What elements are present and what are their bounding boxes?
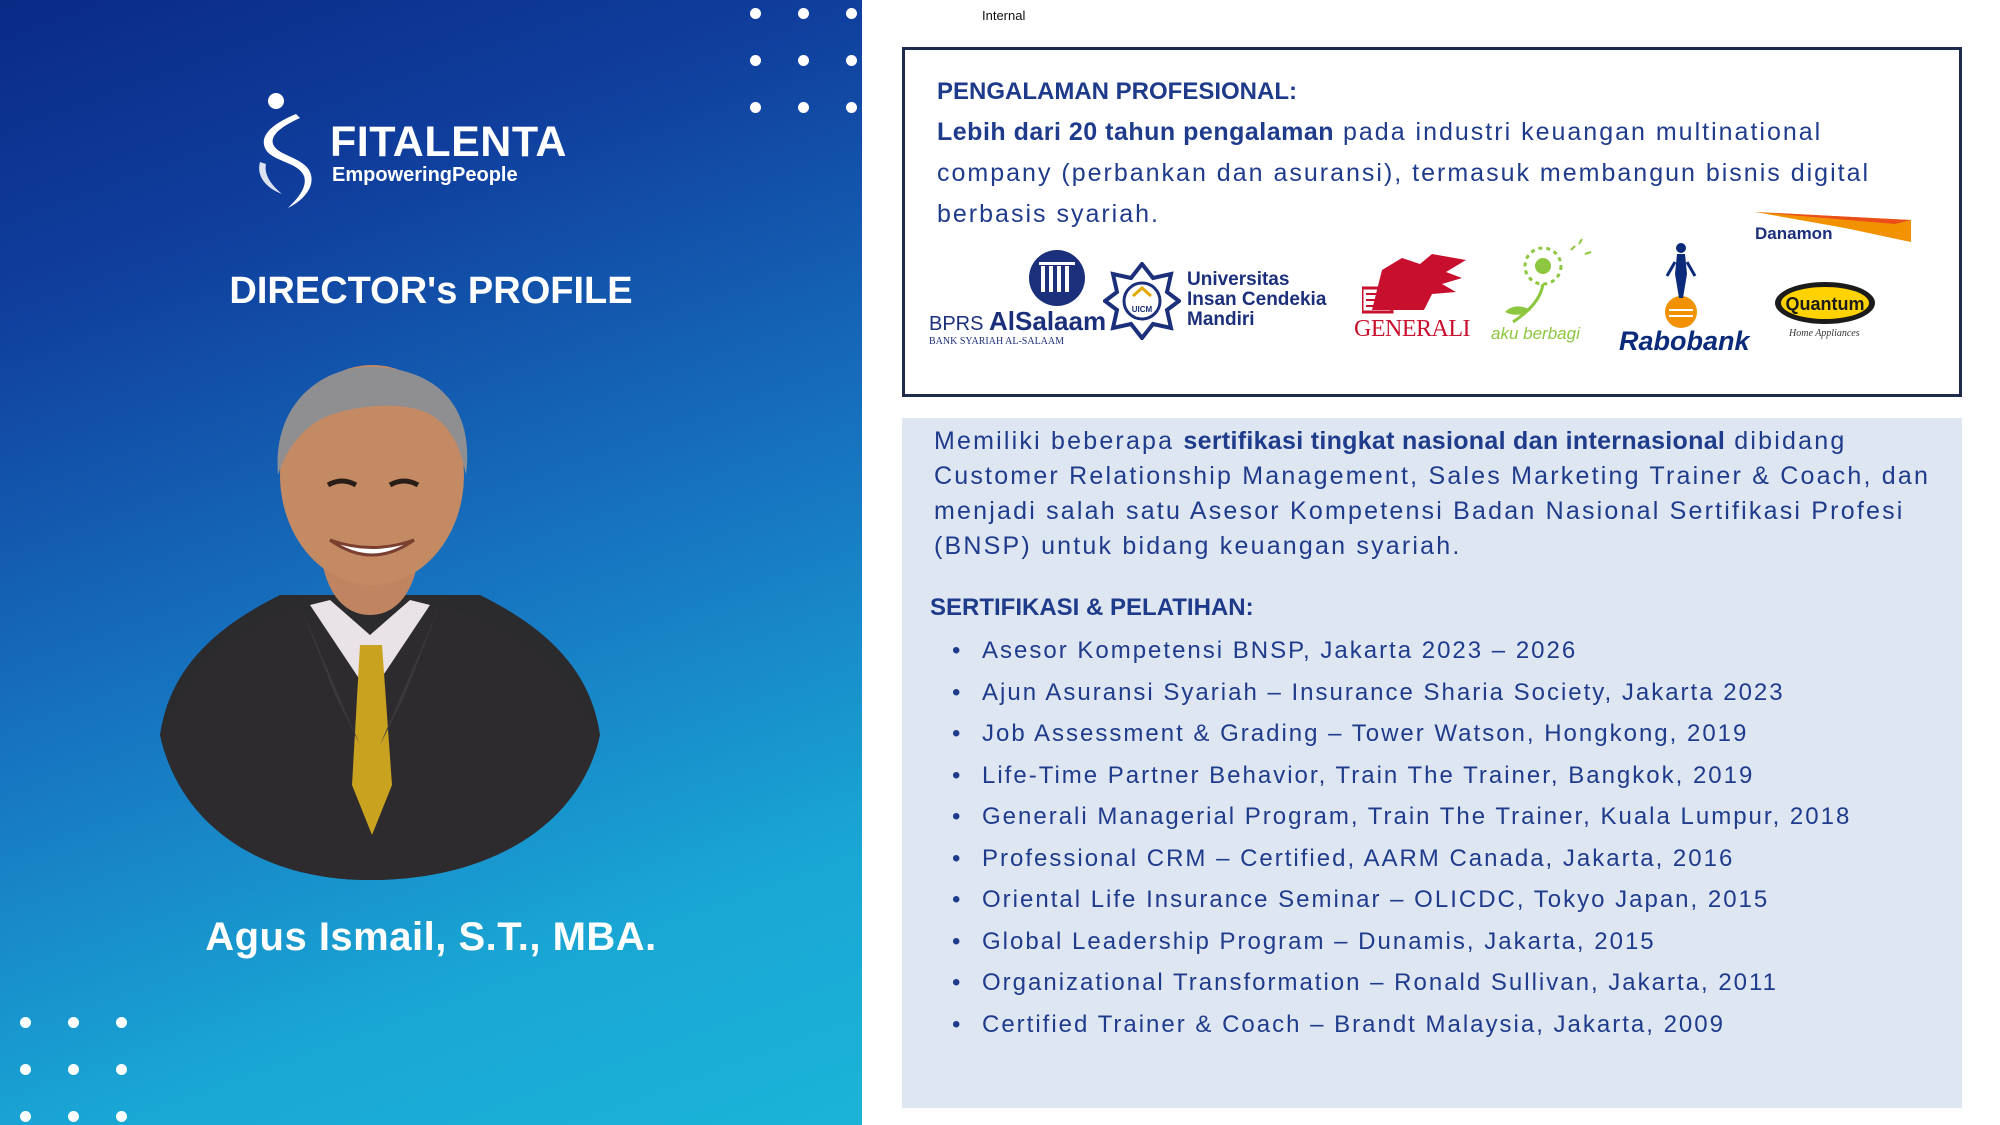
bprs-subtitle: BANK SYARIAH AL-SALAAM	[929, 336, 1065, 347]
certification-section: Memiliki beberapa sertifikasi tingkat na…	[902, 418, 1962, 1108]
quantum-text: Quantum	[1786, 294, 1865, 314]
list-item: • Generali Managerial Program, Train The …	[952, 796, 1952, 838]
danamon-quantum-logos: Danamon Quantum Home Appliances	[1755, 210, 1925, 390]
list-item: • Professional CRM – Certified, AARM Cana…	[952, 838, 1952, 880]
profile-panel: FITALENTA EmpoweringPeople DIRECTOR's PR…	[0, 0, 862, 1125]
rabobank-text: Rabobank	[1619, 326, 1750, 356]
list-item-text: Job Assessment & Grading – Tower Watson,…	[982, 720, 1749, 747]
bullet-icon: •	[952, 803, 963, 830]
rabobank-logo: Rabobank	[1619, 240, 1750, 360]
list-item-text: Professional CRM – Certified, AARM Canad…	[982, 844, 1735, 872]
experience-highlight: Lebih dari 20 tahun pengalaman	[937, 118, 1335, 146]
list-item-text: Generali Managerial Program, Train The T…	[982, 803, 1852, 830]
list-item: • Oriental Life Insurance Seminar – OLICD…	[952, 879, 1952, 921]
bprs-prefix: BPRS	[929, 313, 990, 335]
certification-intro-bold: sertifikasi tingkat nasional dan interna…	[1183, 427, 1726, 455]
list-item: • Life-Time Partner Behavior, Train The T…	[952, 755, 1952, 797]
generali-logo: GENERALI	[1354, 250, 1484, 350]
rabobank-emblem-icon	[1665, 243, 1697, 328]
list-item-text: Asesor Kompetensi BNSP, Jakarta 2023 – 2…	[982, 637, 1578, 664]
classification-label: Internal	[982, 8, 1026, 23]
bullet-icon: •	[952, 927, 963, 955]
bullet-icon: •	[952, 720, 963, 747]
experience-section: PENGALAMAN PROFESIONAL: Lebih dari 20 ta…	[902, 47, 1962, 397]
bullet-icon: •	[952, 678, 963, 706]
bullet-icon: •	[952, 637, 963, 664]
danamon-text: Danamon	[1755, 224, 1833, 243]
uicm-line-2: Insan Cendekia	[1187, 289, 1327, 310]
brand-tagline: EmpoweringPeople	[332, 164, 518, 186]
list-item-text: Certified Trainer & Coach – Brandt Malay…	[982, 1010, 1725, 1038]
list-item-text: Organizational Transformation – Ronald S…	[982, 969, 1778, 996]
list-item: • Certified Trainer & Coach – Brandt Mala…	[952, 1004, 1952, 1046]
bprs-brand: AlSalaam	[989, 306, 1107, 336]
uicm-line-1: Universitas	[1187, 269, 1290, 290]
list-item: • Organizational Transformation – Ronald …	[952, 962, 1952, 1004]
list-item: • Job Assessment & Grading – Tower Watson…	[952, 713, 1952, 755]
list-item-text: Ajun Asuransi Syariah – Insurance Sharia…	[982, 678, 1785, 706]
decorative-dots-top	[750, 8, 857, 113]
certification-intro-start: Memiliki beberapa	[934, 427, 1184, 455]
alsalaam-emblem-icon	[1029, 250, 1085, 306]
uicm-line-3: Mandiri	[1187, 309, 1255, 330]
fitalenta-logo: FITALENTA EmpoweringPeople	[252, 92, 592, 212]
dandelion-icon	[1505, 238, 1592, 324]
certification-list: • Asesor Kompetensi BNSP, Jakarta 2023 – …	[952, 630, 1952, 1045]
akuberbagi-text: aku berbagi	[1491, 324, 1580, 343]
director-name: Agus Ismail, S.T., MBA.	[205, 915, 657, 959]
bullet-icon: •	[952, 969, 963, 996]
bullet-icon: •	[952, 761, 963, 789]
quantum-badge-icon: Quantum	[1775, 282, 1875, 324]
generali-text: GENERALI	[1354, 316, 1470, 342]
fitalenta-mark-icon	[259, 93, 312, 208]
page-title: DIRECTOR's PROFILE	[229, 270, 633, 312]
partner-logos: BPRS AlSalaam BANK SYARIAH AL-SALAAM UIC…	[929, 212, 1949, 390]
list-item-text: Oriental Life Insurance Seminar – OLICDC…	[982, 886, 1770, 913]
bullet-icon: •	[952, 886, 963, 913]
uicm-emblem-icon: UICM	[1103, 262, 1181, 340]
list-item: • Ajun Asuransi Syariah – Insurance Shari…	[952, 672, 1952, 714]
decorative-dots-bottom	[20, 1017, 127, 1122]
director-portrait	[160, 365, 600, 880]
bullet-icon: •	[952, 1010, 963, 1038]
list-item: • Asesor Kompetensi BNSP, Jakarta 2023 – …	[952, 630, 1952, 672]
certification-title: SERTIFIKASI & PELATIHAN:	[930, 594, 1254, 621]
uicm-logo: UICM Universitas Insan Cendekia Mandiri	[1103, 262, 1353, 342]
quantum-subtitle: Home Appliances	[1789, 328, 1860, 339]
brand-name: FITALENTA	[330, 118, 567, 166]
bprs-alsalaam-logo: BPRS AlSalaam BANK SYARIAH AL-SALAAM	[929, 250, 1106, 390]
bullet-icon: •	[952, 844, 963, 872]
experience-title: PENGALAMAN PROFESIONAL:	[937, 78, 1297, 105]
certification-intro: Memiliki beberapa sertifikasi tingkat na…	[934, 424, 1954, 564]
uicm-badge: UICM	[1132, 305, 1153, 314]
akuberbagi-logo: aku berbagi	[1491, 236, 1601, 356]
list-item-text: Life-Time Partner Behavior, Train The Tr…	[982, 761, 1755, 789]
list-item-text: Global Leadership Program – Dunamis, Jak…	[982, 927, 1656, 955]
generali-lion-icon	[1362, 254, 1466, 314]
list-item: • Global Leadership Program – Dunamis, Ja…	[952, 921, 1952, 963]
